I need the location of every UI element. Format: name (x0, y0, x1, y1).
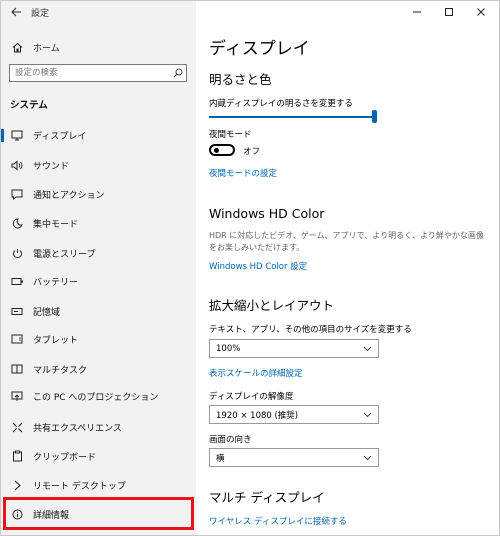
home-link[interactable]: ホーム (1, 37, 196, 57)
hdr-description: HDR に対応したビデオ、ゲーム、アプリで、より明るく、より鮮やかな画像をお楽し… (209, 231, 484, 252)
night-light-state: オフ (243, 147, 261, 157)
notification-icon (9, 189, 25, 200)
battery-icon (9, 277, 25, 286)
remote-desktop-icon (9, 480, 25, 491)
minimize-icon[interactable] (401, 1, 433, 23)
moon-icon (9, 217, 25, 229)
hdr-settings-link[interactable]: Windows HD Color 設定 (209, 260, 307, 272)
sidebar-item-notifications[interactable]: 通知とアクション (1, 183, 196, 205)
brightness-slider-thumb[interactable] (372, 110, 377, 123)
display-icon (9, 130, 25, 141)
section-title: システム (10, 100, 48, 111)
resolution-value: 1920 × 1080 (推奨) (216, 410, 299, 421)
speaker-icon (9, 159, 25, 171)
settings-window: 設定 ホーム システム ディスプレイ サウンド (0, 0, 500, 536)
orientation-dropdown[interactable]: 横 (209, 448, 379, 467)
sidebar-item-tablet[interactable]: タブレット (1, 328, 196, 350)
power-icon (9, 248, 25, 259)
sidebar-item-power[interactable]: 電源とスリープ (1, 242, 196, 264)
home-label: ホーム (33, 43, 60, 54)
text-size-label: テキスト、アプリ、その他の項目のサイズを変更する (209, 325, 412, 335)
wireless-display-link[interactable]: ワイヤレス ディスプレイに接続する (209, 515, 347, 527)
scale-value: 100% (216, 343, 241, 354)
window-controls (401, 1, 497, 23)
scale-dropdown[interactable]: 100% (209, 339, 379, 358)
clipboard-icon (9, 450, 25, 462)
sidebar-item-shared-experiences[interactable]: 共有エクスペリエンス (1, 416, 196, 438)
search-box[interactable] (9, 64, 187, 82)
night-light-settings-link[interactable]: 夜間モードの設定 (209, 167, 277, 179)
brightness-slider-track[interactable] (209, 116, 375, 118)
hdr-heading: Windows HD Color (209, 206, 325, 221)
chevron-down-icon (362, 410, 372, 420)
projection-icon (9, 391, 25, 402)
night-light-toggle[interactable] (209, 144, 235, 156)
scale-heading: 拡大縮小とレイアウト (209, 298, 335, 313)
sidebar-item-focus[interactable]: 集中モード (1, 212, 196, 234)
sidebar: 設定 ホーム システム ディスプレイ サウンド (1, 1, 196, 535)
night-light-label: 夜間モード (209, 130, 252, 140)
sidebar-item-clipboard[interactable]: クリップボード (1, 445, 196, 467)
sidebar-item-display[interactable]: ディスプレイ (1, 124, 196, 146)
maximize-icon[interactable] (433, 1, 465, 23)
sidebar-item-multitasking[interactable]: マルチタスク (1, 358, 196, 380)
window-title: 設定 (31, 8, 50, 19)
brightness-heading: 明るさと色 (209, 72, 272, 87)
toggle-knob (214, 148, 219, 153)
sidebar-item-storage[interactable]: 記憶域 (1, 300, 196, 322)
search-input[interactable] (10, 66, 170, 80)
home-icon (9, 42, 25, 53)
tablet-icon (9, 334, 25, 344)
brightness-slider-label: 内蔵ディスプレイの明るさを変更する (209, 99, 353, 109)
orientation-label: 画面の向き (209, 435, 252, 445)
page-title: ディスプレイ (209, 39, 310, 59)
multitask-icon (9, 364, 25, 374)
advanced-scaling-link[interactable]: 表示スケールの詳細設定 (209, 367, 303, 379)
shared-icon (9, 422, 25, 433)
main-content: ディスプレイ 明るさと色 内蔵ディスプレイの明るさを変更する 夜間モード オフ … (196, 1, 499, 535)
resolution-label: ディスプレイの解像度 (209, 392, 294, 402)
sidebar-item-sound[interactable]: サウンド (1, 154, 196, 176)
multi-display-heading: マルチ ディスプレイ (209, 490, 325, 505)
sidebar-item-projection[interactable]: この PC へのプロジェクション (1, 385, 196, 407)
sidebar-item-remote-desktop[interactable]: リモート デスクトップ (1, 474, 196, 496)
orientation-value: 横 (216, 453, 225, 464)
sidebar-item-battery[interactable]: バッテリー (1, 270, 196, 292)
chevron-down-icon (362, 344, 372, 354)
search-icon[interactable] (170, 68, 186, 78)
close-icon[interactable] (465, 1, 497, 23)
chevron-down-icon (362, 453, 372, 463)
back-arrow-icon[interactable] (1, 1, 31, 23)
storage-icon (9, 307, 25, 316)
highlight-box (3, 497, 194, 530)
title-bar: 設定 (1, 1, 196, 23)
resolution-dropdown[interactable]: 1920 × 1080 (推奨) (209, 405, 379, 424)
